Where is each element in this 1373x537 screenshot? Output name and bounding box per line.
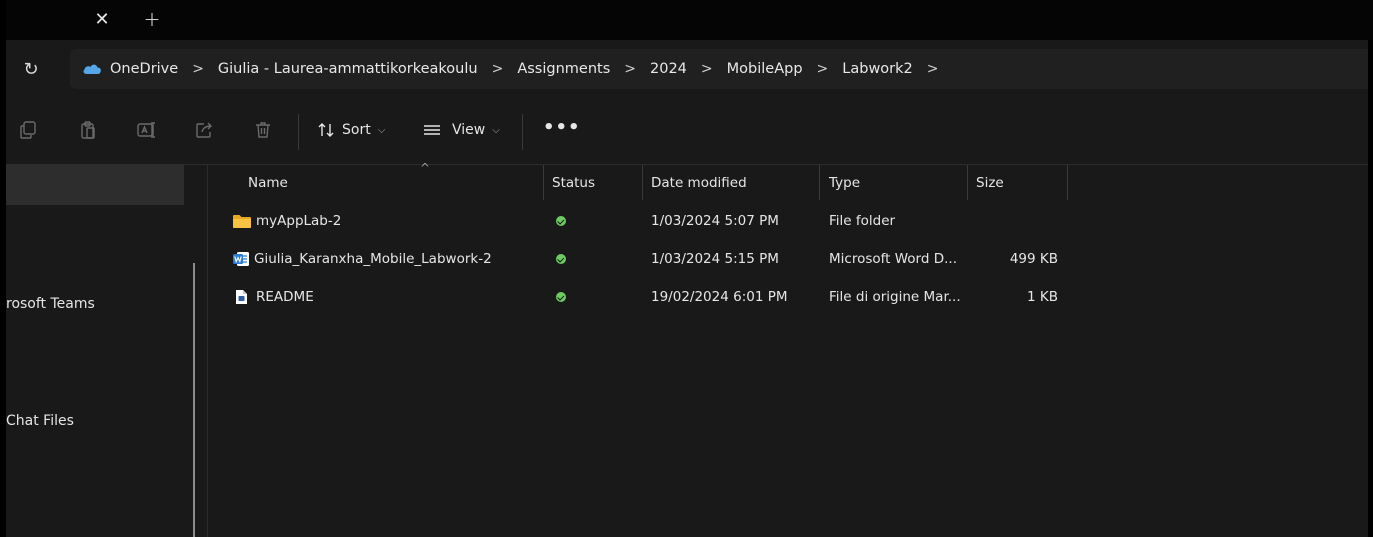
breadcrumb-item-2024[interactable]: 2024 — [650, 61, 687, 77]
view-label: View — [452, 122, 486, 138]
column-separator[interactable] — [1067, 165, 1068, 200]
breadcrumb-item-onedrive[interactable]: OneDrive — [110, 61, 178, 77]
sort-ascending-icon: ^ — [420, 161, 431, 175]
plus-icon[interactable]: + — [134, 6, 170, 32]
size-cell — [976, 202, 1058, 240]
type-cell: Microsoft Word D... — [829, 251, 957, 267]
content-area: rosoft Teams Chat Files ^ Name Status Da… — [6, 161, 1368, 537]
column-separator[interactable] — [819, 165, 820, 200]
file-name-cell: myAppLab-2 — [232, 202, 341, 240]
chevron-right-icon[interactable]: > — [701, 61, 713, 77]
status-cell — [556, 202, 566, 240]
file-name: myAppLab-2 — [256, 213, 342, 229]
sync-status-icon — [556, 292, 566, 302]
table-row[interactable]: README 19/02/2024 6:01 PM File di origin… — [208, 278, 1368, 316]
table-row[interactable]: myAppLab-2 1/03/2024 5:07 PM File folder — [208, 202, 1368, 240]
close-icon[interactable]: ✕ — [84, 6, 120, 32]
paste-icon[interactable] — [78, 120, 98, 140]
breadcrumb-item-giulia[interactable]: Giulia - Laurea-ammattikorkeakoulu — [218, 61, 478, 77]
column-header-size[interactable]: Size — [976, 165, 1004, 200]
copy-icon[interactable] — [18, 120, 38, 140]
toolbar-divider — [522, 114, 523, 150]
status-cell — [556, 240, 566, 278]
sort-button[interactable]: Sort ⌵ — [316, 118, 385, 142]
size-cell: 499 KB — [1009, 251, 1058, 267]
column-separator[interactable] — [642, 165, 643, 200]
chevron-right-icon[interactable]: > — [927, 61, 939, 77]
view-button[interactable]: View ⌵ — [422, 118, 500, 142]
more-options-button[interactable]: ••• — [543, 119, 581, 137]
type-cell: File folder — [829, 213, 896, 229]
address-row: ↻ OneDrive > Giulia - Laurea-ammattikork… — [6, 40, 1368, 98]
nav-item-selected[interactable] — [6, 165, 184, 205]
chevron-right-icon[interactable]: > — [624, 61, 636, 77]
column-header-status[interactable]: Status — [552, 165, 595, 200]
nav-item-microsoft-teams[interactable]: rosoft Teams — [6, 296, 95, 312]
breadcrumb-item-assignments[interactable]: Assignments — [517, 61, 610, 77]
chevron-right-icon[interactable]: > — [492, 61, 504, 77]
command-bar: Sort ⌵ View ⌵ ••• — [6, 98, 1368, 165]
view-icon — [424, 125, 440, 135]
file-explorer-window: ✕ + ↻ OneDrive > Giulia - Laurea-ammatti… — [0, 0, 1373, 537]
file-name-cell: Giulia_Karanxha_Mobile_Labwork-2 — [232, 240, 492, 278]
status-cell — [556, 278, 566, 316]
column-header-date-modified[interactable]: Date modified — [651, 165, 747, 200]
breadcrumb: OneDrive > Giulia - Laurea-ammattikorkea… — [70, 61, 953, 77]
title-bar: ✕ + — [6, 0, 1373, 40]
folder-icon — [233, 215, 251, 228]
rename-icon[interactable] — [136, 120, 156, 140]
chevron-down-icon: ⌵ — [377, 124, 386, 136]
date-cell: 19/02/2024 6:01 PM — [651, 289, 788, 305]
breadcrumb-item-labwork2[interactable]: Labwork2 — [842, 61, 912, 77]
chevron-down-icon: ⌵ — [492, 124, 500, 136]
navigation-pane: rosoft Teams Chat Files — [6, 165, 208, 537]
file-name: README — [256, 289, 314, 305]
column-header-row: ^ Name Status Date modified Type Size — [208, 161, 1368, 200]
sync-status-icon — [556, 254, 566, 264]
date-cell: 1/03/2024 5:15 PM — [651, 251, 779, 267]
file-name: Giulia_Karanxha_Mobile_Labwork-2 — [254, 251, 492, 267]
refresh-icon[interactable]: ↻ — [20, 59, 42, 81]
share-icon[interactable] — [194, 120, 214, 140]
sort-icon — [318, 123, 334, 137]
markdown-file-icon — [236, 290, 247, 304]
address-bar[interactable]: OneDrive > Giulia - Laurea-ammattikorkea… — [70, 49, 1368, 89]
file-name-cell: README — [232, 278, 314, 316]
sync-status-icon — [556, 216, 566, 226]
table-row[interactable]: Giulia_Karanxha_Mobile_Labwork-2 1/03/20… — [208, 240, 1368, 278]
nav-item-chat-files[interactable]: Chat Files — [6, 413, 74, 429]
nav-scrollbar[interactable] — [193, 263, 195, 537]
column-header-name[interactable]: Name — [248, 165, 288, 200]
column-header-type[interactable]: Type — [829, 165, 860, 200]
chevron-right-icon[interactable]: > — [192, 61, 204, 77]
toolbar-divider — [298, 114, 299, 150]
column-separator[interactable] — [967, 165, 968, 200]
chevron-right-icon[interactable]: > — [817, 61, 829, 77]
onedrive-icon — [83, 64, 101, 74]
column-separator[interactable] — [543, 165, 544, 200]
size-cell: 1 KB — [1027, 289, 1058, 305]
type-cell: File di origine Mar... — [829, 289, 961, 305]
sort-label: Sort — [342, 122, 371, 138]
delete-icon[interactable] — [253, 120, 273, 140]
breadcrumb-item-mobileapp[interactable]: MobileApp — [727, 61, 803, 77]
word-document-icon — [233, 252, 249, 266]
date-cell: 1/03/2024 5:07 PM — [651, 213, 779, 229]
